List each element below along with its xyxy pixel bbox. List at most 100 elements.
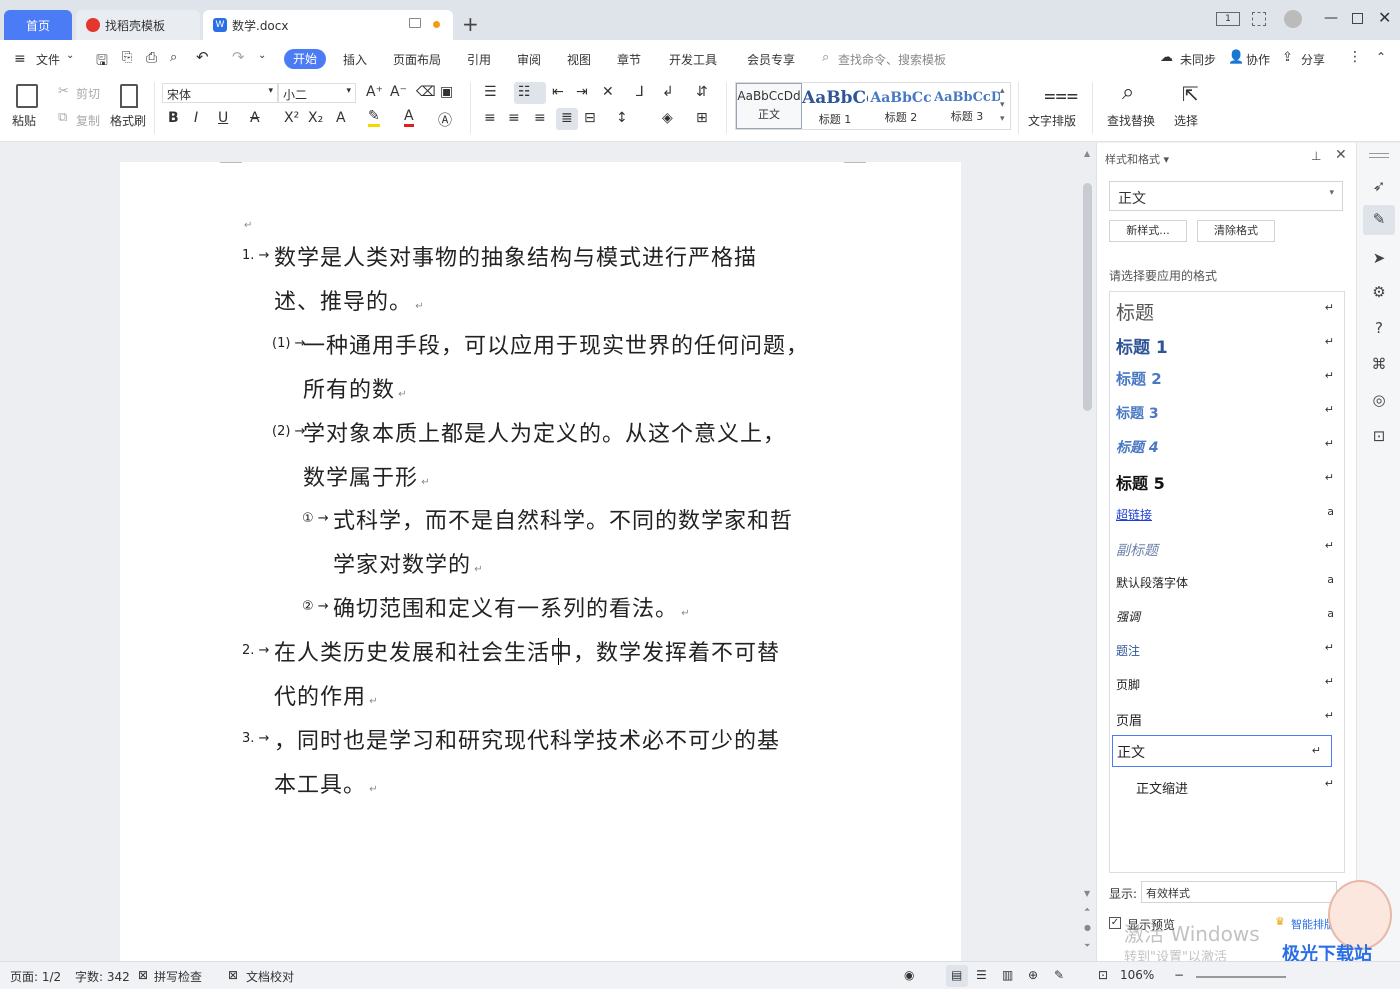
proofread-button[interactable]: 文档校对 [246, 968, 294, 985]
menu-tab-reference[interactable]: 引用 [467, 51, 491, 68]
find-replace-button[interactable]: 查找替换 [1107, 112, 1155, 129]
scroll-up-icon[interactable]: ▲ [1084, 149, 1090, 158]
translate-icon[interactable]: ⌘ [1369, 355, 1389, 375]
backup-icon[interactable]: ◎ [1369, 391, 1389, 411]
tab-template[interactable]: 找稻壳模板 [76, 10, 200, 40]
style-item-footer[interactable]: 页脚 ↵ [1110, 666, 1344, 700]
zoom-level[interactable]: 106% [1120, 968, 1154, 982]
web-view-icon[interactable]: ⊕ [1028, 968, 1038, 982]
more-icon[interactable]: ⋮ [1348, 49, 1362, 65]
document-text-line[interactable]: 本工具。 ↵ [274, 767, 378, 799]
menu-file[interactable]: 文件 [36, 51, 60, 68]
style-item-normal-selected[interactable]: 正文 ↵ [1112, 735, 1332, 767]
sync-status-button[interactable]: 未同步 [1180, 51, 1216, 68]
font-color-icon[interactable]: A [404, 108, 414, 127]
text-direction-icon[interactable]: ⅃ [636, 84, 644, 100]
show-preview-checkbox[interactable]: ✓ [1109, 917, 1121, 929]
command-search-input[interactable]: 查找命令、搜索模板 [838, 51, 946, 68]
select-button[interactable]: 选择 [1174, 112, 1198, 129]
paste-icon[interactable] [16, 84, 38, 108]
document-text-line[interactable]: 式科学，而不是自然科学。不同的数学家和哲 [333, 503, 793, 535]
style-normal-swatch[interactable]: AaBbCcDd 正文 [736, 83, 802, 129]
write-view-icon[interactable]: ✎ [1054, 968, 1064, 982]
menu-tab-insert[interactable]: 插入 [343, 51, 367, 68]
show-filter-select[interactable]: 有效样式 [1141, 881, 1337, 903]
menu-tab-layout[interactable]: 页面布局 [393, 51, 441, 68]
document-text-line[interactable]: 学对象本质上都是人为定义的。从这个意义上， [303, 416, 786, 448]
close-icon[interactable]: ✕ [1378, 8, 1391, 27]
distributed-icon[interactable]: ⊟ [584, 110, 596, 126]
align-center-icon[interactable]: ≡ [508, 110, 520, 126]
menu-tab-start[interactable]: 开始 [284, 49, 326, 69]
document-scrollbar[interactable]: ▲ ▼ ⏶ ● ⏷ [1080, 143, 1096, 961]
bold-icon[interactable]: B [168, 110, 179, 126]
eye-protection-icon[interactable]: ◉ [904, 968, 914, 982]
char-border-icon[interactable]: Ⓐ [438, 110, 452, 130]
export-pdf-icon[interactable]: ⎘ [122, 50, 132, 65]
sort-icon[interactable]: ⇵ [696, 84, 708, 100]
scroll-thumb[interactable] [1083, 183, 1092, 411]
chinese-layout-icon[interactable]: ✕ [602, 84, 614, 100]
next-page-icon[interactable]: ⏷ [1084, 941, 1090, 951]
font-size-select[interactable]: 小二 ▾ [278, 83, 356, 103]
line-spacing-icon[interactable]: ↕ [616, 110, 628, 126]
undo-icon[interactable]: ↶ [196, 48, 209, 66]
superscript-icon[interactable]: X² [284, 110, 299, 126]
text-layout-icon[interactable]: ⩶ [1044, 82, 1078, 106]
borders-icon[interactable]: ⊞ [696, 110, 708, 126]
tab-document[interactable]: W 数学.docx [203, 10, 453, 40]
print-icon[interactable]: ⎙ [146, 50, 157, 66]
grow-font-icon[interactable]: A⁺ [366, 84, 383, 100]
outline-view-icon[interactable]: ☰ [976, 968, 987, 982]
prev-page-icon[interactable]: ⏶ [1084, 905, 1090, 915]
minimize-icon[interactable]: — [1324, 10, 1338, 26]
rocket-icon[interactable]: ➶ [1369, 177, 1389, 197]
select-browse-icon[interactable]: ● [1084, 923, 1091, 932]
new-style-button[interactable]: 新样式... [1109, 220, 1187, 242]
text-effect-icon[interactable]: A [336, 110, 346, 126]
page-count[interactable]: 页面: 1/2 [10, 968, 61, 985]
monitor-icon[interactable] [409, 18, 421, 28]
grid-apps-icon[interactable] [1252, 12, 1266, 26]
document-text-line[interactable]: 确切范围和定义有一系列的看法。 ↵ [333, 591, 690, 623]
style-gallery-scroll[interactable]: ▴ ▾ ▾ [1000, 84, 1005, 126]
subscript-icon[interactable]: X₂ [308, 110, 323, 126]
style-item-normal-indent[interactable]: 正文缩进 ↵ [1110, 768, 1344, 802]
document-text-line[interactable]: ，同时也是学习和研究现代科学技术必不可少的基 [274, 723, 780, 755]
paste-button[interactable]: 粘贴 [12, 112, 36, 129]
find-replace-icon[interactable]: ⌕ [1122, 80, 1134, 105]
menu-tab-section[interactable]: 章节 [617, 51, 641, 68]
underline-icon[interactable]: U [218, 110, 228, 126]
style-heading3-swatch[interactable]: AaBbCcD 标题 3 [934, 83, 1000, 129]
style-item-heading1[interactable]: 标题 1 ↵ [1110, 326, 1344, 360]
shrink-font-icon[interactable]: A⁻ [390, 84, 407, 100]
italic-icon[interactable]: I [194, 110, 198, 126]
style-item-title[interactable]: 标题 ↵ [1110, 292, 1344, 326]
style-item-heading5[interactable]: 标题 5 ↵ [1110, 462, 1344, 496]
shading-icon[interactable]: ◈ [662, 110, 673, 126]
align-right-icon[interactable]: ≡ [534, 110, 546, 126]
style-item-default-font[interactable]: 默认段落字体 a [1110, 564, 1344, 598]
pin-icon[interactable]: ⊥ [1311, 149, 1321, 163]
style-item-caption[interactable]: 题注 ↵ [1110, 632, 1344, 666]
phonetic-icon[interactable]: ▣ [440, 84, 453, 100]
panel-title[interactable]: 样式和格式 ▾ [1105, 151, 1169, 167]
settings-sliders-icon[interactable]: ⚙ [1369, 283, 1389, 303]
format-painter-icon[interactable] [120, 84, 138, 108]
copy-button[interactable]: 复制 [76, 112, 100, 129]
avatar[interactable] [1284, 10, 1302, 28]
collapse-ribbon-icon[interactable]: ⌃ [1376, 50, 1386, 64]
style-item-heading4[interactable]: 标题 4 ↵ [1110, 428, 1344, 462]
help-icon[interactable]: ? [1369, 319, 1389, 339]
style-heading2-swatch[interactable]: AaBbCc 标题 2 [868, 83, 934, 129]
page-view-icon[interactable]: 1 [1216, 12, 1240, 26]
align-left-icon[interactable]: ≡ [484, 110, 496, 126]
pointer-icon[interactable]: ➤ [1369, 249, 1389, 269]
menu-tab-developer[interactable]: 开发工具 [669, 51, 717, 68]
maximize-icon[interactable] [1352, 13, 1363, 24]
menu-tab-member[interactable]: 会员专享 [747, 51, 795, 68]
current-style-select[interactable]: 正文 ▾ [1109, 181, 1343, 211]
format-painter-button[interactable]: 格式刷 [110, 112, 146, 129]
document-text-line[interactable]: 述、推导的。 ↵ [274, 284, 424, 316]
document-text-line[interactable]: 数学是人类对事物的抽象结构与模式进行严格描 [274, 240, 757, 272]
